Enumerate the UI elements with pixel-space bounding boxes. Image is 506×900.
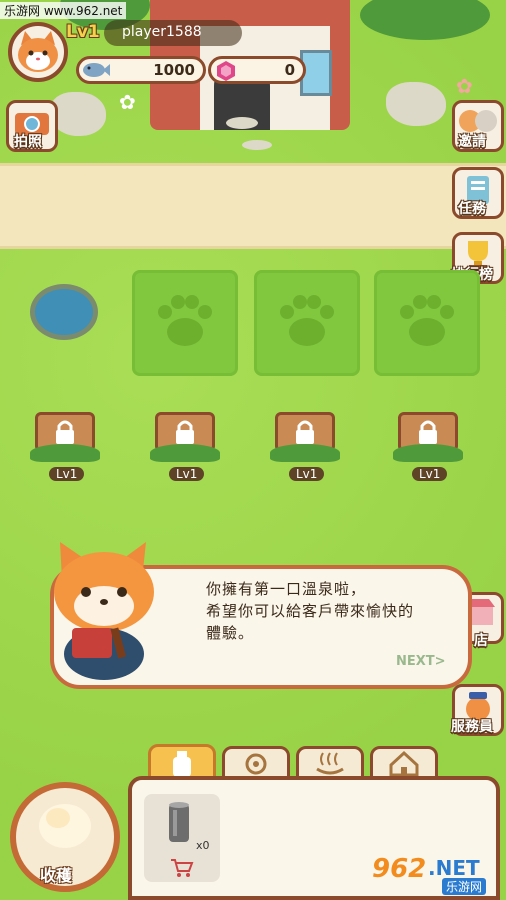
dialog-line-2: 希望你可以給客戶帶來愉快的 [206, 602, 415, 620]
hot-spring-icon [316, 752, 344, 775]
dialog-line-3: 體驗。 [206, 624, 255, 642]
cart-icon[interactable] [170, 858, 194, 878]
locked-slot[interactable]: Lv1 [30, 408, 100, 488]
rock [386, 82, 446, 126]
harvest-icon [39, 804, 91, 848]
locked-slot[interactable]: Lv1 [270, 408, 340, 488]
locked-slot[interactable]: Lv1 [393, 408, 463, 488]
grass-tuft [30, 444, 100, 462]
logo-962: 962 [372, 854, 427, 884]
hot-spring-pond[interactable] [30, 284, 98, 340]
empty-plot[interactable] [132, 270, 238, 376]
player-avatar[interactable] [8, 22, 68, 82]
watermark: 乐游网 www.962.net [0, 2, 127, 19]
fish-icon [83, 63, 110, 77]
rock [50, 92, 106, 136]
empty-plot[interactable] [254, 270, 360, 376]
player-name: player1588 [122, 24, 202, 40]
item-quantity: x0 [196, 839, 210, 852]
grass-tuft [150, 444, 220, 462]
cat-character [54, 542, 154, 680]
slot-level: Lv1 [49, 467, 85, 481]
player-level: Lv1 [66, 22, 100, 42]
inventory-slot[interactable] [144, 794, 220, 882]
house-icon [389, 750, 419, 777]
camera-label: 拍照 [14, 134, 42, 150]
dialog-line-1: 你擁有第一口溫泉啦， [206, 580, 367, 598]
logo-net: .NET [428, 856, 480, 880]
shop-label: 店 [474, 633, 488, 649]
stepping-stone [242, 140, 272, 150]
empty-plot[interactable] [374, 270, 480, 376]
gem-count: 0 [284, 61, 295, 79]
slot-level: Lv1 [169, 467, 205, 481]
gem-counter[interactable]: 0 [208, 56, 306, 84]
harvest-label: 收穫 [40, 866, 73, 885]
site-logo: 962 .NET 乐游网 [368, 854, 500, 896]
slot-level: Lv1 [412, 467, 448, 481]
invite-label: 邀請 [458, 134, 486, 150]
flower-icon: ✿ [456, 74, 473, 98]
cat-avatar-icon [18, 31, 58, 72]
flower-icon: ✿ [119, 90, 136, 114]
logo-subtitle: 乐游网 [442, 878, 487, 895]
fish-count: 1000 [153, 61, 195, 79]
paw-icon [400, 295, 454, 346]
locked-slot[interactable]: Lv1 [150, 408, 220, 488]
grass-tuft [393, 444, 463, 462]
slot-level: Lv1 [289, 467, 325, 481]
can-icon [169, 802, 189, 842]
tasks-label: 任務 [458, 201, 486, 217]
gem-icon [217, 61, 235, 81]
grass-tuft [270, 444, 340, 462]
flower-icon [245, 753, 267, 775]
paw-icon [158, 295, 212, 346]
next-button[interactable]: NEXT> [396, 654, 446, 669]
paw-icon [280, 295, 334, 346]
stepping-stone [226, 117, 258, 129]
fish-counter[interactable]: 1000 [76, 56, 206, 84]
waiter-label: 服務員 [451, 719, 493, 735]
dirt-path [0, 163, 506, 249]
